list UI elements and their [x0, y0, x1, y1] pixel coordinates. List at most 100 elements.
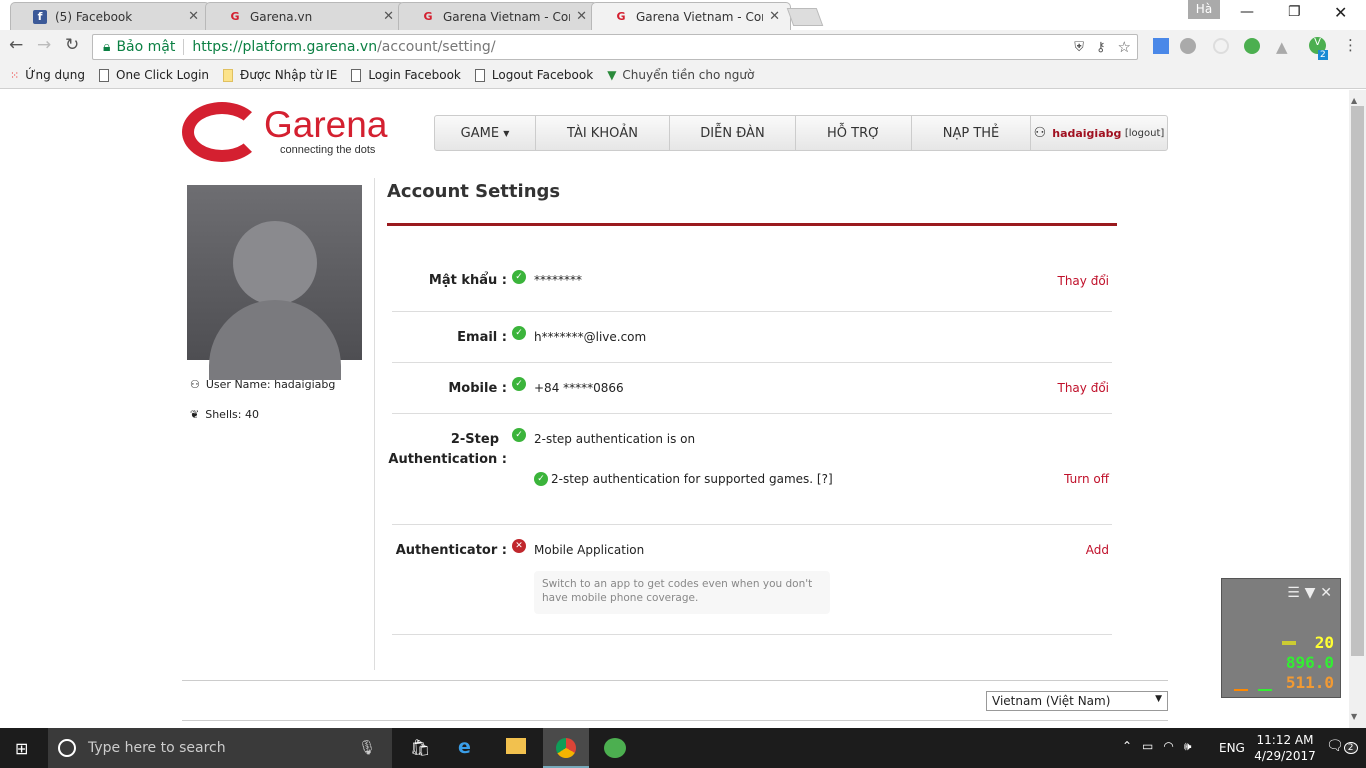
sidebar-divider	[374, 178, 375, 670]
bookmark-login-facebook[interactable]: Login Facebook	[351, 68, 461, 82]
scroll-up-icon[interactable]: ▲	[1351, 96, 1357, 105]
logout-link[interactable]: [logout]	[1125, 128, 1164, 139]
footer-rule	[182, 680, 1168, 681]
scroll-down-icon[interactable]: ▼	[1351, 712, 1357, 721]
add-authenticator-link[interactable]: Add	[1010, 543, 1109, 557]
tab-garena[interactable]: G Garena.vn ✕	[205, 2, 405, 30]
change-mobile-link[interactable]: Thay đổi	[1010, 381, 1110, 395]
close-tab-icon[interactable]: ✕	[769, 9, 780, 24]
turn-off-link[interactable]: Turn off	[1010, 472, 1109, 486]
page-icon	[99, 68, 109, 82]
mobile-label: Mobile :	[448, 381, 507, 396]
back-button[interactable]: ←	[9, 35, 23, 55]
twostep-games[interactable]: 2-step authentication for supported game…	[551, 472, 833, 486]
new-tab-button[interactable]	[786, 8, 824, 26]
store-icon[interactable]: 🛍︎	[410, 738, 430, 757]
avatar[interactable]	[187, 185, 362, 380]
language-select[interactable]: Vietnam (Việt Nam) ▼	[986, 691, 1168, 711]
close-window-button[interactable]: ✕	[1334, 3, 1347, 22]
footer-rule	[182, 720, 1168, 721]
microphone-icon[interactable]: 🎙︎	[358, 740, 376, 756]
check-icon: ✓	[512, 377, 526, 391]
minimize-button[interactable]: —	[1240, 4, 1254, 20]
check-icon: ✓	[534, 472, 548, 486]
check-icon: ✓	[512, 270, 526, 284]
edge-icon[interactable]: e	[458, 736, 471, 758]
shield-blocked-icon[interactable]: ⛨	[1074, 40, 1084, 55]
bookmarks-bar: ⁙ Ứng dụng One Click Login Được Nhập từ I…	[0, 62, 1366, 89]
divider	[392, 524, 1112, 525]
authenticator-value: Mobile Application	[534, 543, 645, 557]
url-path: /account/setting/	[377, 39, 496, 55]
scrollbar[interactable]: ▲ ▼	[1349, 90, 1366, 728]
caret-down-icon: ▼	[503, 128, 510, 138]
nav-forum[interactable]: DIỄN ĐÀN	[670, 116, 796, 150]
apps-grid-icon: ⁙	[10, 68, 20, 82]
twostep-label: 2-Step	[450, 432, 499, 447]
drive-icon[interactable]: ▲	[1276, 38, 1288, 56]
chrome-icon	[556, 738, 576, 758]
change-password-link[interactable]: Thay đổi	[1010, 274, 1110, 288]
network-monitor-widget[interactable]: ☰ ▼ ✕ 20 896.0 511.0	[1221, 578, 1341, 698]
error-icon: ✕	[512, 539, 526, 553]
upload-legend	[1234, 689, 1248, 691]
tab-garena-connect[interactable]: GGarena Vietnam - Conne✕	[398, 2, 598, 30]
tab-facebook[interactable]: f (5) Facebook ✕	[10, 2, 210, 30]
download-legend	[1258, 689, 1272, 691]
email-label: Email :	[457, 330, 507, 345]
windows-start-icon[interactable]: ⊞	[15, 739, 28, 758]
nav-topup[interactable]: NẠP THẺ	[912, 116, 1031, 150]
username-link[interactable]: hadaigiabg	[1052, 127, 1121, 140]
garena-icon: G	[230, 10, 240, 23]
signal-icon	[1282, 641, 1296, 645]
close-tab-icon[interactable]: ✕	[576, 9, 587, 24]
play-extension-icon[interactable]	[1213, 38, 1229, 54]
divider	[392, 362, 1112, 363]
divider	[392, 311, 1112, 312]
profile-button[interactable]: Hà	[1188, 0, 1220, 19]
widget-controls[interactable]: ☰ ▼ ✕	[1287, 585, 1332, 601]
chrome-taskbar-button[interactable]	[543, 728, 589, 768]
menu-icon[interactable]: ⋮	[1343, 36, 1358, 54]
address-bar[interactable]: 🔒︎ Bảo mật https://platform.garena.vn/ac…	[92, 34, 1138, 60]
widget-value-1: 20	[1314, 633, 1334, 652]
cortana-icon	[58, 739, 76, 757]
nav-account[interactable]: TÀI KHOẢN	[536, 116, 670, 150]
extension-badge: 2	[1318, 50, 1328, 60]
page-icon	[474, 68, 485, 82]
forward-button[interactable]: →	[37, 35, 51, 55]
nav-support[interactable]: HỖ TRỢ	[796, 116, 912, 150]
caret-down-icon: ▼	[1155, 694, 1162, 704]
chat-app-icon[interactable]	[604, 738, 626, 758]
clock[interactable]: 11:12 AM 4/29/2017	[1250, 732, 1320, 764]
extension-icon[interactable]	[1180, 38, 1196, 54]
main-nav: GAME ▼ TÀI KHOẢN DIỄN ĐÀN HỖ TRỢ NẠP THẺ…	[434, 115, 1168, 151]
restore-button[interactable]: ❐	[1288, 4, 1301, 20]
bookmark-transfer[interactable]: ▼ Chuyển tiền cho ngườ	[607, 68, 754, 82]
bookmark-apps[interactable]: ⁙ Ứng dụng	[10, 68, 85, 82]
authenticator-hint: Switch to an app to get codes even when …	[534, 571, 830, 614]
language-indicator[interactable]: ENG	[1219, 741, 1245, 755]
bookmark-folder-ie[interactable]: Được Nhập từ IE	[223, 68, 337, 82]
tab-garena-connect-active[interactable]: GGarena Vietnam - Conne✕	[591, 2, 791, 30]
key-icon[interactable]: ⚷	[1096, 40, 1106, 55]
check-icon: ✓	[512, 428, 526, 442]
chat-extension-icon[interactable]	[1244, 38, 1260, 54]
nav-game[interactable]: GAME ▼	[435, 116, 536, 150]
file-explorer-icon[interactable]	[506, 738, 526, 754]
system-tray-icons[interactable]: ⌃▭◠🕪︎	[1122, 739, 1201, 754]
widget-value-3: 511.0	[1285, 673, 1334, 692]
notification-icon[interactable]: 🗨︎ 2	[1326, 738, 1358, 754]
scroll-thumb[interactable]	[1351, 106, 1364, 656]
bookmark-logout-facebook[interactable]: Logout Facebook	[474, 68, 593, 82]
reload-button[interactable]: ↻	[65, 35, 79, 55]
close-tab-icon[interactable]: ✕	[188, 9, 199, 24]
close-tab-icon[interactable]: ✕	[383, 9, 394, 24]
google-translate-icon[interactable]	[1153, 38, 1169, 54]
bookmark-star-icon[interactable]: ☆	[1118, 38, 1131, 56]
bookmark-one-click-login[interactable]: One Click Login	[99, 68, 209, 82]
widget-value-2: 896.0	[1285, 653, 1334, 672]
email-value: h*******@live.com	[534, 330, 647, 344]
taskbar-search[interactable]: Type here to search 🎙︎	[48, 728, 392, 768]
garena-logo[interactable]: Garena connecting the dots	[182, 98, 392, 164]
